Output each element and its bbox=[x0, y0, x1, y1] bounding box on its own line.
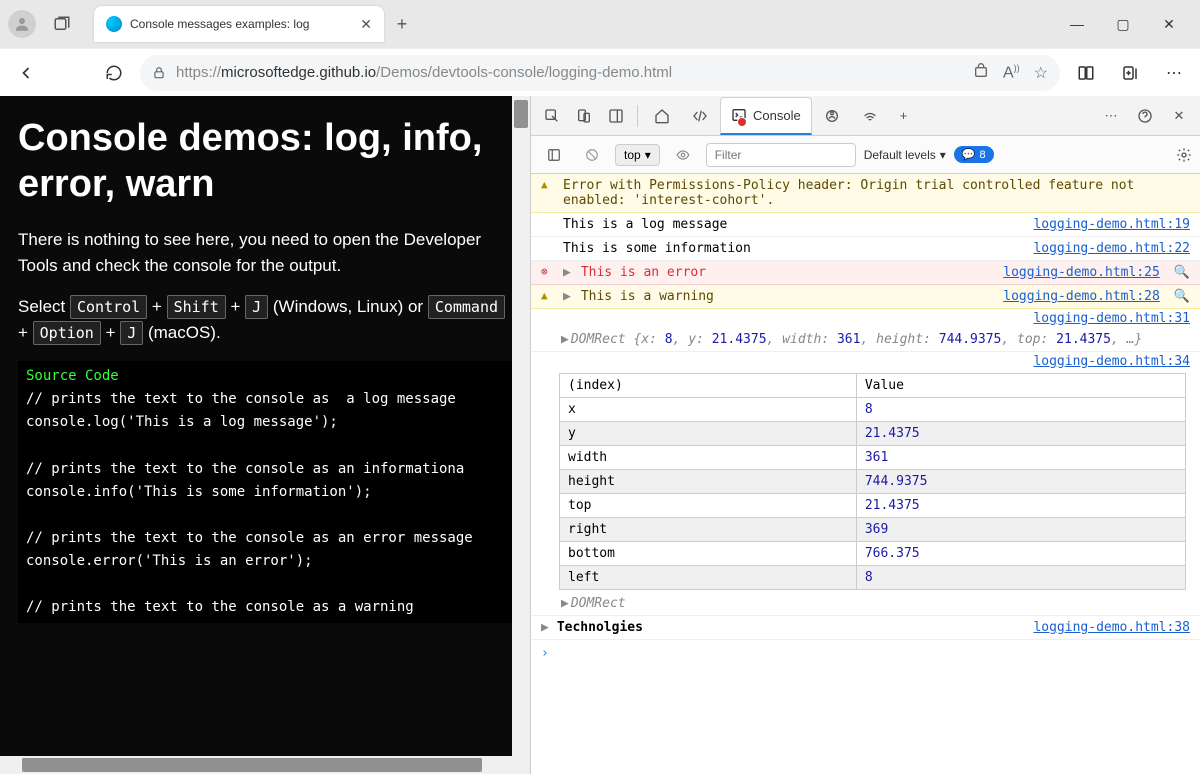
source-link[interactable]: logging-demo.html:38 bbox=[1033, 620, 1190, 635]
expand-icon[interactable]: ▶ bbox=[541, 620, 549, 635]
search-icon[interactable]: 🔍 bbox=[1174, 289, 1190, 304]
favorite-icon[interactable]: ☆ bbox=[1034, 63, 1048, 83]
url-text: https://microsoftedge.github.io/Demos/de… bbox=[176, 64, 672, 81]
split-screen-button[interactable] bbox=[1068, 55, 1104, 91]
read-aloud-icon[interactable]: A)) bbox=[1003, 63, 1020, 83]
shopping-icon[interactable] bbox=[973, 63, 989, 83]
table-row: bottom766.375 bbox=[560, 542, 1186, 566]
log-levels-selector[interactable]: Default levels ▾ bbox=[864, 148, 946, 162]
console-settings-icon[interactable] bbox=[1176, 147, 1192, 163]
console-row-log: This is a log message logging-demo.html:… bbox=[531, 213, 1200, 237]
kbd-command: Command bbox=[428, 295, 505, 319]
address-bar[interactable]: https://microsoftedge.github.io/Demos/de… bbox=[140, 55, 1060, 91]
browser-tab[interactable]: Console messages examples: log ✕ bbox=[94, 6, 384, 42]
tab-welcome[interactable] bbox=[644, 97, 680, 135]
vertical-scroll-track[interactable] bbox=[512, 96, 530, 774]
source-link[interactable]: logging-demo.html:25 bbox=[1003, 265, 1160, 280]
page-viewport: Console demos: log, info, error, warn Th… bbox=[0, 96, 530, 774]
tab-console[interactable]: Console bbox=[720, 97, 812, 135]
search-icon[interactable]: 🔍 bbox=[1174, 265, 1190, 280]
window-maximize[interactable]: ▢ bbox=[1100, 8, 1146, 40]
expand-icon[interactable]: ▶ bbox=[563, 289, 571, 304]
console-row-error: ⊗ ▶ This is an error logging-demo.html:2… bbox=[531, 261, 1200, 285]
console-row-warning: ▲ Error with Permissions-Policy header: … bbox=[531, 174, 1200, 213]
console-row-group: ▶ Technolgies logging-demo.html:38 bbox=[531, 616, 1200, 640]
filter-input[interactable] bbox=[706, 143, 856, 167]
inspect-icon[interactable] bbox=[537, 101, 567, 131]
issues-badge[interactable]: 💬 8 bbox=[954, 146, 994, 163]
forward-button bbox=[52, 55, 88, 91]
kbd-j: J bbox=[245, 295, 268, 319]
new-tab-button[interactable]: + bbox=[384, 14, 420, 35]
dock-icon[interactable] bbox=[601, 101, 631, 131]
tab-elements[interactable] bbox=[682, 97, 718, 135]
tab-console-label: Console bbox=[753, 108, 801, 123]
table-row: left8 bbox=[560, 566, 1186, 590]
collections-button[interactable] bbox=[1112, 55, 1148, 91]
device-toggle-icon[interactable] bbox=[569, 101, 599, 131]
source-link[interactable]: logging-demo.html:22 bbox=[1033, 241, 1190, 256]
profile-avatar[interactable] bbox=[8, 10, 36, 38]
kbd-shift: Shift bbox=[167, 295, 226, 319]
source-link[interactable]: logging-demo.html:34 bbox=[1033, 354, 1190, 369]
context-selector[interactable]: top ▾ bbox=[615, 144, 660, 166]
tab-close-icon[interactable]: ✕ bbox=[360, 16, 372, 33]
source-code-block: Source Code // prints the text to the co… bbox=[18, 361, 512, 623]
table-row: x8 bbox=[560, 398, 1186, 422]
console-row-warn: ▲ ▶ This is a warning logging-demo.html:… bbox=[531, 285, 1200, 309]
devtools-tabstrip: Console + ⋯ ✕ bbox=[531, 96, 1200, 136]
page-title: Console demos: log, info, error, warn bbox=[18, 116, 512, 207]
sidebar-toggle-icon[interactable] bbox=[539, 140, 569, 170]
table-row: width361 bbox=[560, 446, 1186, 470]
source-link[interactable]: logging-demo.html:19 bbox=[1033, 217, 1190, 232]
back-button[interactable] bbox=[8, 55, 44, 91]
browser-toolbar: https://microsoftedge.github.io/Demos/de… bbox=[0, 48, 1200, 96]
kbd-option: Option bbox=[33, 321, 101, 345]
shortcut-text: Select Control + Shift + J (Windows, Lin… bbox=[18, 294, 512, 345]
help-icon[interactable] bbox=[1130, 101, 1160, 131]
console-filter-bar: top ▾ Default levels ▾ 💬 8 bbox=[531, 136, 1200, 174]
console-prompt[interactable]: › bbox=[531, 640, 1200, 667]
console-body[interactable]: ▲ Error with Permissions-Policy header: … bbox=[531, 174, 1200, 774]
live-expression-icon[interactable] bbox=[668, 140, 698, 170]
console-row-domrect-foot: ▶ DOMRect bbox=[531, 592, 1200, 616]
tab-title: Console messages examples: log bbox=[130, 17, 352, 31]
expand-icon[interactable]: ▶ bbox=[561, 596, 569, 611]
tab-more[interactable]: + bbox=[890, 97, 918, 135]
kbd-j2: J bbox=[120, 321, 143, 345]
error-icon: ⊗ bbox=[541, 265, 555, 278]
tab-network[interactable] bbox=[852, 97, 888, 135]
warning-icon: ▲ bbox=[541, 178, 555, 191]
window-minimize[interactable]: — bbox=[1054, 8, 1100, 40]
tab-sources[interactable] bbox=[814, 97, 850, 135]
horizontal-scroll-thumb[interactable] bbox=[22, 758, 482, 772]
settings-menu-button[interactable]: ⋯ bbox=[1156, 55, 1192, 91]
table-row: right369 bbox=[560, 518, 1186, 542]
page-intro: There is nothing to see here, you need t… bbox=[18, 227, 512, 278]
clear-console-icon[interactable] bbox=[577, 140, 607, 170]
warning-icon: ▲ bbox=[541, 289, 555, 302]
expand-icon[interactable]: ▶ bbox=[563, 265, 571, 280]
edge-favicon bbox=[106, 16, 122, 32]
expand-icon[interactable]: ▶ bbox=[561, 332, 569, 347]
vertical-scroll-thumb[interactable] bbox=[514, 100, 528, 128]
refresh-button[interactable] bbox=[96, 55, 132, 91]
console-row-object: ▶ DOMRect {x: 8, y: 21.4375, width: 361,… bbox=[531, 328, 1200, 352]
lock-icon bbox=[152, 66, 166, 80]
devtools-panel: Console + ⋯ ✕ top ▾ Default levels ▾ 💬 8 bbox=[530, 96, 1200, 774]
console-row-info: This is some information logging-demo.ht… bbox=[531, 237, 1200, 261]
devtools-close-icon[interactable]: ✕ bbox=[1164, 101, 1194, 131]
console-table: (index)Value x8y21.4375width361height744… bbox=[559, 373, 1186, 590]
table-row: y21.4375 bbox=[560, 422, 1186, 446]
table-row: top21.4375 bbox=[560, 494, 1186, 518]
window-close[interactable]: ✕ bbox=[1146, 8, 1192, 40]
workspaces-button[interactable] bbox=[48, 10, 76, 38]
titlebar: Console messages examples: log ✕ + — ▢ ✕ bbox=[0, 0, 1200, 48]
source-link[interactable]: logging-demo.html:28 bbox=[1003, 289, 1160, 304]
kbd-control: Control bbox=[70, 295, 147, 319]
table-row: height744.9375 bbox=[560, 470, 1186, 494]
console-error-badge bbox=[737, 117, 747, 127]
source-link[interactable]: logging-demo.html:31 bbox=[1033, 311, 1190, 326]
devtools-more-icon[interactable]: ⋯ bbox=[1096, 101, 1126, 131]
